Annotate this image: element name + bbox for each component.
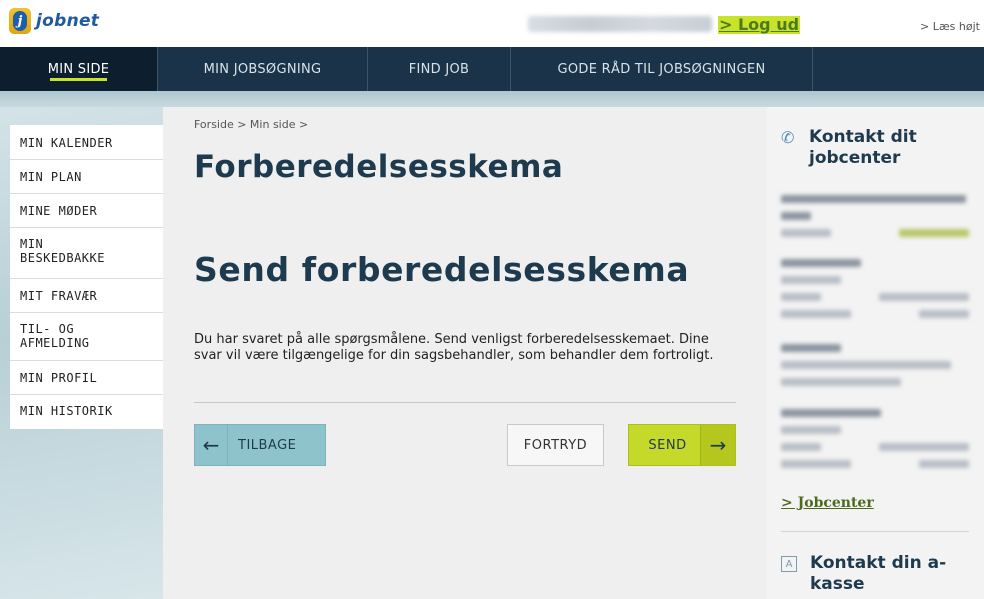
right-divider (781, 531, 969, 532)
cancel-button[interactable]: FORTRYD (507, 424, 604, 466)
instruction-text: Du har svaret på alle spørgsmålene. Send… (194, 332, 714, 363)
back-button[interactable]: ← TILBAGE (194, 424, 326, 466)
page-title: Forberedelsesskema (194, 149, 564, 185)
contact-akasse-heading: A Kontakt din a-kasse (781, 553, 950, 595)
read-aloud-link[interactable]: > Læs højt (920, 20, 980, 33)
sidebar-item-beskedbakke[interactable]: MIN BESKEDBAKKE (10, 228, 163, 279)
sidebar-item-kalender[interactable]: MIN KALENDER (10, 125, 163, 160)
user-name-redacted (528, 16, 712, 32)
arrow-right-icon: → (700, 425, 735, 465)
sidebar: MIN KALENDER MIN PLAN MINE MØDER MIN BES… (0, 107, 163, 599)
right-column: ✆ Kontakt dit jobcenter > Jobcenter A Ko… (766, 107, 984, 599)
logo-text: jobnet (36, 11, 100, 31)
jobnet-logo[interactable]: j jobnet (9, 8, 99, 34)
nav-item-label: FIND JOB (408, 61, 470, 77)
nav-item-find-job[interactable]: FIND JOB (368, 47, 511, 91)
jobcenter-link[interactable]: > Jobcenter (781, 495, 874, 511)
sidebar-menu: MIN KALENDER MIN PLAN MINE MØDER MIN BES… (10, 125, 163, 429)
main-content: Forside > Min side > Forberedelsesskema … (163, 107, 766, 599)
nav-item-label: GODE RÅD TIL JOBSØGNINGEN (557, 61, 766, 77)
opening-hours-redacted (781, 409, 969, 477)
nav-item-min-side[interactable]: MIN SIDE (0, 47, 158, 91)
active-underline (50, 78, 107, 81)
nav-item-label: MIN JOBSØGNING (203, 61, 322, 77)
sidebar-item-profil[interactable]: MIN PROFIL (10, 361, 163, 395)
top-bar: j jobnet > Log ud > Læs højt (0, 0, 984, 47)
id-card-icon: A (781, 556, 797, 572)
contact-jobcenter-title: Kontakt dit jobcenter (809, 127, 917, 168)
sidebar-item-fravaer[interactable]: MIT FRAVÆR (10, 279, 163, 313)
contact-akasse-title: Kontakt din a-kasse (810, 553, 947, 594)
nav-item-min-jobsogning[interactable]: MIN JOBSØGNING (158, 47, 368, 91)
sidebar-item-historik[interactable]: MIN HISTORIK (10, 395, 163, 429)
nav-item-label: MIN SIDE (47, 61, 110, 77)
logo-letter: j (13, 11, 27, 31)
divider (194, 402, 736, 403)
send-button[interactable]: SEND → (628, 424, 736, 466)
sidebar-item-plan[interactable]: MIN PLAN (10, 160, 163, 194)
phone-icon: ✆ (781, 128, 795, 147)
arrow-left-icon: ← (195, 425, 228, 465)
sidebar-item-moder[interactable]: MINE MØDER (10, 194, 163, 228)
nav-item-gode-raad[interactable]: GODE RÅD TIL JOBSØGNINGEN (511, 47, 813, 91)
contact-jobcenter-heading: ✆ Kontakt dit jobcenter (781, 127, 959, 169)
logo-badge-icon: j (9, 8, 31, 34)
main-nav: MIN SIDE MIN JOBSØGNING FIND JOB GODE RÅ… (0, 47, 984, 91)
address-redacted (781, 344, 969, 395)
jobcenter-info-redacted (781, 195, 969, 246)
header-band (0, 91, 984, 107)
logout-link[interactable]: > Log ud (718, 16, 801, 34)
phone-hours-redacted (781, 259, 969, 327)
section-title: Send forberedelsesskema (194, 250, 690, 289)
back-button-label: TILBAGE (238, 437, 297, 453)
sidebar-item-afmelding[interactable]: TIL- OG AFMELDING (10, 313, 163, 361)
breadcrumb[interactable]: Forside > Min side > (194, 118, 308, 131)
send-button-label: SEND (648, 437, 687, 453)
